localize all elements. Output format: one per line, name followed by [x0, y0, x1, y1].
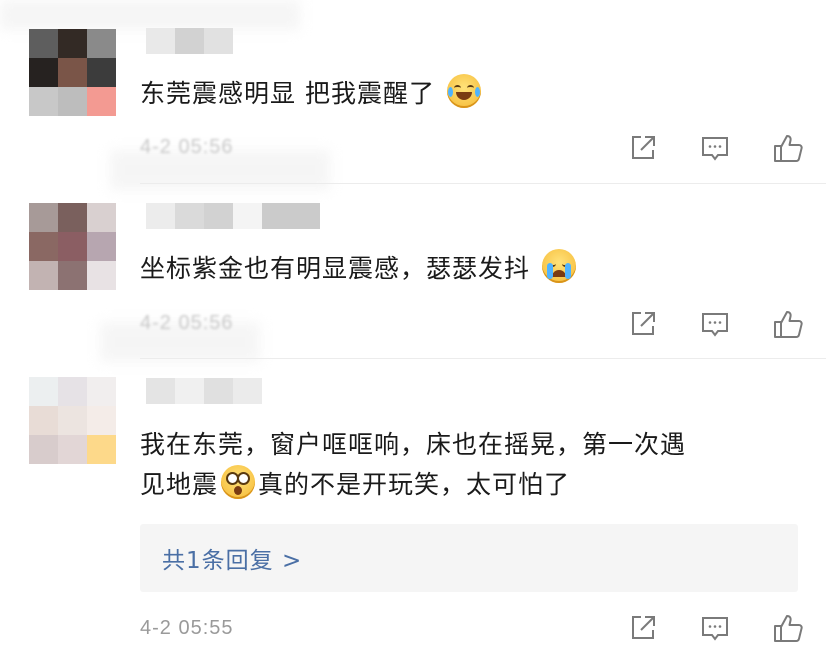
comment-text: 我在东莞，窗户哐哐响，床也在摇晃，第一次遇 见地震 真的不是开玩笑，太可怕了	[140, 425, 800, 505]
like-button[interactable]	[772, 306, 826, 342]
divider	[140, 183, 826, 184]
share-button[interactable]	[628, 610, 700, 646]
timestamp: 4-2 05:56	[140, 136, 234, 158]
comment-actions	[628, 306, 826, 342]
comment-text-content: 东莞震感明显 把我震醒了	[140, 79, 435, 108]
comment-icon	[702, 313, 728, 337]
avatar[interactable]	[29, 29, 116, 116]
username-blurred[interactable]	[146, 28, 233, 54]
comment-actions	[628, 130, 826, 166]
comment-icon	[702, 617, 728, 641]
comment-text: 东莞震感明显 把我震醒了	[140, 74, 800, 114]
shocked-emoji	[221, 465, 256, 499]
share-button[interactable]	[628, 130, 700, 166]
share-icon	[632, 616, 655, 639]
like-button[interactable]	[772, 610, 826, 646]
comment-actions	[628, 610, 826, 646]
like-icon	[774, 311, 803, 338]
comment-button[interactable]	[700, 306, 772, 342]
comment-text-part: 见地震	[140, 470, 219, 499]
comment-text-part: 真的不是开玩笑，太可怕了	[258, 470, 571, 499]
laugh-cry-emoji	[446, 74, 481, 108]
username-blurred[interactable]	[146, 378, 262, 404]
share-icon	[632, 312, 655, 335]
comment-text-line-1: 我在东莞，窗户哐哐响，床也在摇晃，第一次遇	[140, 430, 687, 459]
avatar[interactable]	[29, 203, 116, 290]
username-blurred[interactable]	[146, 203, 320, 229]
like-icon	[774, 135, 803, 162]
share-button[interactable]	[628, 306, 700, 342]
avatar[interactable]	[29, 377, 116, 464]
crying-emoji	[541, 249, 576, 283]
comment-text-content: 坐标紫金也有明显震感，瑟瑟发抖	[140, 254, 531, 283]
divider	[140, 358, 826, 359]
comment-text-line-2: 见地震 真的不是开玩笑，太可怕了	[140, 465, 800, 505]
comment-button[interactable]	[700, 610, 772, 646]
reply-count-link[interactable]: 共1条回复 >	[140, 524, 798, 592]
share-icon	[632, 136, 655, 159]
timestamp: 4-2 05:56	[140, 312, 234, 334]
like-icon	[774, 615, 803, 642]
timestamp: 4-2 05:55	[140, 617, 234, 639]
comment-button[interactable]	[700, 130, 772, 166]
comment-text: 坐标紫金也有明显震感，瑟瑟发抖	[140, 249, 800, 289]
like-button[interactable]	[772, 130, 826, 166]
reply-count-label[interactable]: 共1条回复 >	[162, 541, 302, 575]
comment-icon	[702, 137, 728, 161]
